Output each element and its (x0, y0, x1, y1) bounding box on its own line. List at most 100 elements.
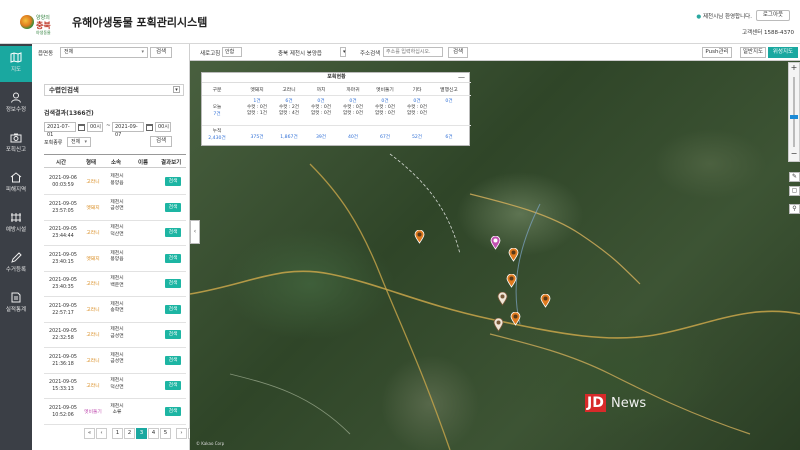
nav-item-profile[interactable]: 정보수정 (0, 86, 32, 122)
search-panel: 읍면동 전체 ▾ 검색 수렵인검색 ▾ 검색결과(1366건) 2021-07-01… (32, 44, 199, 450)
hunter-search-toggle[interactable]: 수렵인검색 ▾ (44, 84, 184, 96)
app-title: 유해야생동물 포획관리시스템 (72, 16, 208, 29)
refresh-select[interactable]: 안함 (222, 47, 242, 57)
nav-item-damage-area[interactable]: 피해지역 (0, 166, 32, 202)
region-search-button[interactable]: 검색 (150, 47, 172, 58)
date-to-input[interactable]: 2021-09-07 (112, 122, 144, 138)
date-from-input[interactable]: 2021-07-01 (44, 122, 76, 138)
call-center: 고객센터 1588-4370 (742, 30, 794, 36)
address-search-input[interactable] (383, 47, 443, 57)
overlay-column-header: 고라니 (282, 88, 296, 93)
page-button[interactable]: 3 (136, 428, 147, 439)
region-filter-label: 충북 제천시 봉양읍 (278, 51, 322, 57)
logo[interactable]: 양양의 충북 야생동물 (20, 12, 60, 35)
table-row[interactable]: 2021-09-05 10:52:06 멧비둘기 제천시 소류 검색 (44, 400, 186, 425)
map-marker[interactable] (493, 318, 504, 332)
overlay-column-header: 멸행신고 (440, 88, 458, 93)
nav-label: 예방시설 (5, 227, 27, 233)
overlay-column-header: 기타 (412, 88, 422, 93)
row-view-button[interactable]: 검색 (165, 406, 181, 416)
result-count: 검색결과(1366건) (44, 110, 94, 117)
document-icon (11, 292, 21, 303)
row-view-button[interactable]: 검색 (165, 253, 181, 263)
row-datetime: 2021-09-05 23:40:15 (49, 252, 77, 265)
type-search-button[interactable]: 검색 (150, 136, 172, 147)
row-location: 제천시 덕산면 (110, 225, 124, 237)
page-button[interactable]: › (176, 428, 187, 439)
measure-area-icon[interactable]: ▢ (789, 186, 800, 196)
type-select[interactable]: 전체 ▾ (67, 137, 91, 147)
region-select[interactable]: 전체 ▾ (60, 47, 148, 58)
map-marker[interactable] (540, 294, 551, 308)
hour-from-select[interactable]: 00시 (87, 122, 103, 132)
map-marker[interactable] (510, 312, 521, 326)
satellite-map-button[interactable]: 위성지도 (768, 47, 798, 58)
row-view-button[interactable]: 검색 (165, 202, 181, 212)
calendar-icon[interactable] (78, 124, 85, 131)
row-kind: 고라니 (86, 180, 100, 185)
calendar-icon[interactable] (146, 124, 153, 131)
street-view-icon[interactable]: ⚲ (789, 204, 800, 214)
nav-item-collection[interactable]: 수거등록 (0, 246, 32, 282)
nav-item-statistics[interactable]: 실적통계 (0, 286, 32, 322)
row-view-button[interactable]: 검색 (165, 330, 181, 339)
panel-collapse-button[interactable]: ‹ (190, 220, 200, 244)
page-button[interactable]: 5 (160, 428, 171, 439)
overlay-today-cell: 1건 수컷 : 0건 암컷 : 1건 (246, 99, 268, 116)
overlay-column-header: 까치 (316, 88, 326, 93)
zoom-track[interactable] (793, 77, 795, 147)
row-view-button[interactable]: 검색 (165, 381, 181, 390)
chevron-down-icon: ▾ (141, 49, 144, 55)
row-location: 제천시 금성면 (110, 199, 124, 212)
table-row[interactable]: 2021-09-05 22:32:58 고라니 제천시 금성면 검색 (44, 323, 186, 348)
home-icon (10, 172, 22, 183)
row-view-button[interactable]: 검색 (165, 355, 181, 365)
address-search-button[interactable]: 검색 (448, 47, 468, 58)
logout-button[interactable]: 로그아웃 (756, 10, 790, 21)
hour-to-select[interactable]: 00시 (155, 122, 171, 132)
map-marker[interactable] (414, 230, 425, 244)
minimize-icon[interactable]: — (458, 73, 465, 81)
zoom-control[interactable]: + − (788, 62, 800, 162)
map-marker[interactable] (508, 248, 519, 262)
zoom-out-button[interactable]: − (789, 149, 799, 159)
map-marker[interactable] (506, 274, 517, 288)
draw-line-icon[interactable]: ✎ (789, 172, 800, 182)
page-button[interactable]: « (84, 428, 95, 439)
region-filter-select[interactable]: ▾ (340, 47, 346, 57)
row-view-button[interactable]: 검색 (165, 304, 181, 314)
row-location: 제천시 봉양읍 (110, 250, 124, 263)
page-button[interactable]: 4 (148, 428, 159, 439)
nav-item-map[interactable]: 지도 (0, 46, 32, 82)
table-row[interactable]: 2021-09-05 22:57:17 고라니 제천시 송학면 검색 (44, 298, 186, 323)
page-button[interactable]: ‹ (96, 428, 107, 439)
table-row[interactable]: 2021-09-05 21:36:18 고라니 제천시 금성면 검색 (44, 349, 186, 374)
row-view-button[interactable]: 검색 (165, 177, 181, 186)
nav-item-prevention[interactable]: 예방시설 (0, 206, 32, 242)
zoom-in-button[interactable]: + (789, 63, 799, 73)
overlay-today-cell: 0건 수컷 : 0건 암컷 : 0건 (374, 99, 396, 116)
table-row[interactable]: 2021-09-06 00:03:59 고라니 제천시 봉양읍 검색 (44, 170, 186, 195)
page-button[interactable]: 2 (124, 428, 135, 439)
page-button[interactable]: 1 (112, 428, 123, 439)
push-manage-button[interactable]: Push관리 (702, 47, 732, 58)
watermark-jd: JD (585, 394, 606, 412)
table-row[interactable]: 2021-09-05 23:40:35 고라니 제천시 백운면 검색 (44, 272, 186, 297)
table-row[interactable]: 2021-09-05 15:33:13 고라니 제천시 덕산면 검색 (44, 374, 186, 399)
map-marker[interactable] (490, 236, 501, 250)
zoom-handle[interactable] (790, 115, 798, 119)
row-location: 제천시 덕산면 (110, 378, 124, 390)
row-view-button[interactable]: 검색 (165, 228, 181, 237)
row-kind: 고라니 (86, 358, 100, 364)
overlay-cumulative-cell: 40건 (347, 135, 359, 140)
table-row[interactable]: 2021-09-05 23:44:44 고라니 제천시 덕산면 검색 (44, 221, 186, 246)
table-row[interactable]: 2021-09-05 23:57:05 멧돼지 제천시 금성면 검색 (44, 196, 186, 221)
row-view-button[interactable]: 검색 (165, 279, 181, 288)
normal-map-button[interactable]: 일반지도 (740, 47, 766, 58)
map-marker[interactable] (497, 292, 508, 306)
map-toolbar: 새로고침 안함 충북 제천시 봉양읍 ▾ 주소검색 검색 Push관리 일반지도… (190, 44, 800, 61)
row-datetime: 2021-09-05 10:52:06 (49, 405, 77, 418)
row-location: 제천시 금성면 (110, 352, 124, 365)
table-row[interactable]: 2021-09-05 23:40:15 멧돼지 제천시 봉양읍 검색 (44, 247, 186, 272)
nav-item-capture-report[interactable]: 포획신고 (0, 126, 32, 162)
